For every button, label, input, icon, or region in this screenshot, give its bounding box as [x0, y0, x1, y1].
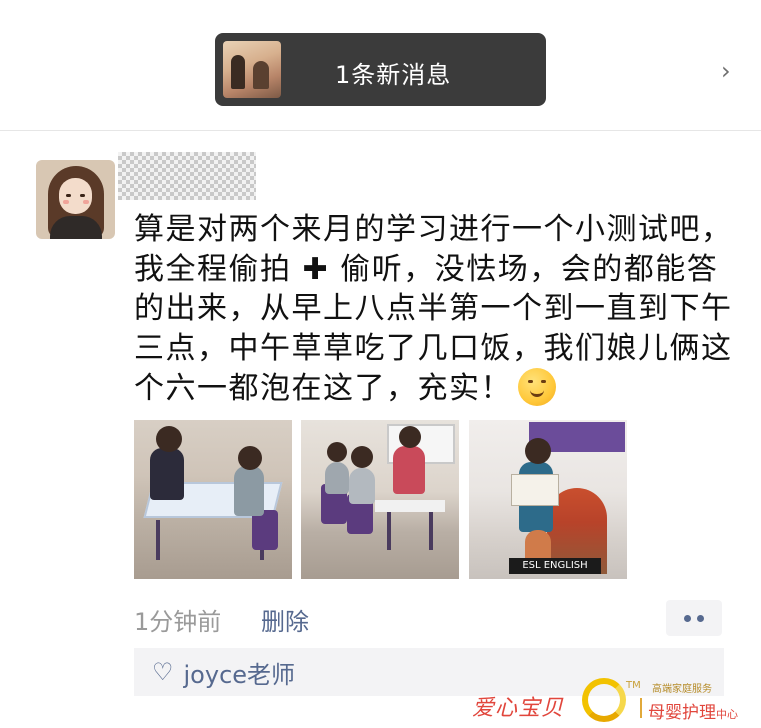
- username-mosaic: [118, 152, 256, 200]
- watermark-logo: [582, 678, 626, 722]
- plus-icon: ✚: [302, 251, 330, 287]
- dot-icon: [697, 614, 704, 622]
- watermark-tagline: 高端家庭服务: [652, 684, 712, 695]
- delete-link[interactable]: 删除: [261, 602, 309, 637]
- post-photo-1[interactable]: [134, 420, 292, 579]
- post-photo-2[interactable]: [301, 420, 459, 579]
- post-text: 算是对两个来月的学习进行一个小测试吧，我全程偷拍 ✚ 偷听，没怯场，会的都能答的…: [134, 210, 734, 409]
- dot-icon: [684, 614, 691, 622]
- chevron-right-icon: ›: [721, 57, 731, 85]
- watermark-brand: 爱心宝贝: [472, 696, 565, 721]
- more-options-button[interactable]: [666, 600, 722, 636]
- new-message-banner[interactable]: 1条新消息 ›: [215, 33, 731, 106]
- photo-caption: ESL ENGLISH: [509, 558, 601, 574]
- new-message-label: 1条新消息: [335, 61, 452, 89]
- avatar[interactable]: [36, 160, 115, 239]
- post-photo-3[interactable]: ESL ENGLISH: [469, 420, 627, 579]
- watermark: 爱心宝贝 TM 高端家庭服务 母婴护理中心: [470, 676, 760, 726]
- watermark-divider: [640, 698, 642, 718]
- heart-outline-icon: ♡: [152, 658, 174, 686]
- watermark-subtitle: 母婴护理中心: [648, 703, 738, 723]
- liker-name[interactable]: joyce老师: [184, 655, 296, 690]
- banner-thumbnail: [223, 41, 281, 98]
- watermark-tm: TM: [626, 680, 641, 691]
- post-timestamp: 1分钟前: [134, 608, 222, 636]
- divider: [0, 130, 761, 131]
- hugging-face-emoji: [518, 368, 556, 406]
